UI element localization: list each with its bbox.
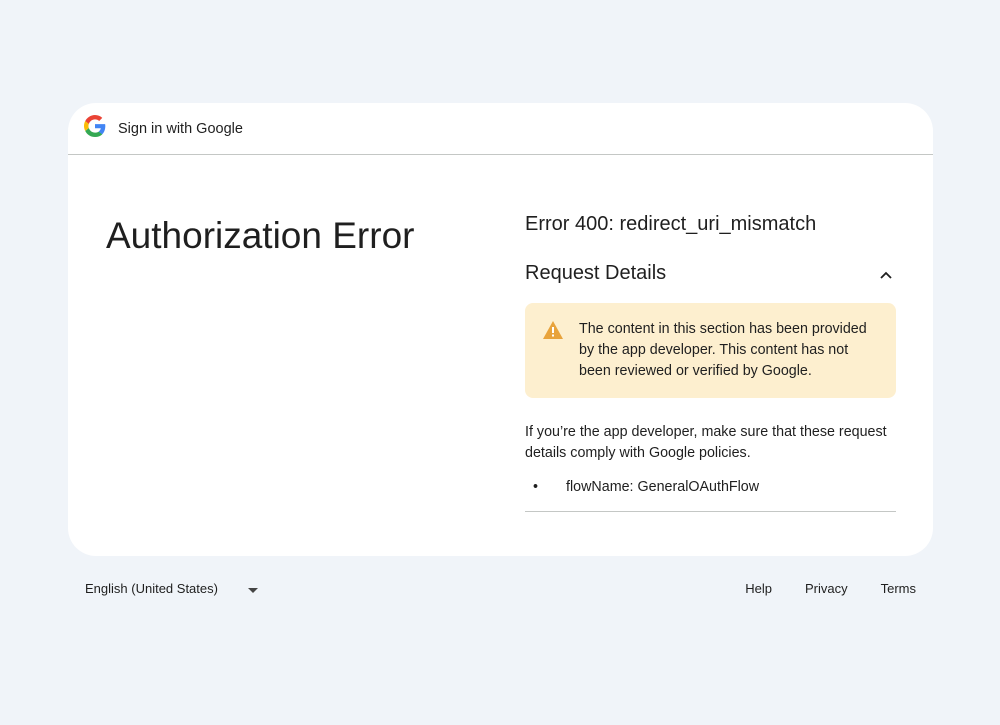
terms-link[interactable]: Terms [881,581,916,596]
language-label: English (United States) [85,581,218,596]
error-details: Error 400: redirect_uri_mismatch Request… [525,213,896,512]
auth-card: Sign in with Google Authorization Error … [68,103,933,556]
request-details-toggle[interactable]: Request Details [525,262,896,285]
list-item: • flowName: GeneralOAuthFlow [533,479,760,495]
help-link[interactable]: Help [745,581,772,596]
footer: English (United States) Help Privacy Ter… [85,581,916,596]
detail-text: flowName: GeneralOAuthFlow [566,479,760,495]
error-code: Error 400: redirect_uri_mismatch [525,213,817,235]
divider [525,511,896,512]
dropdown-arrow-icon [247,581,258,596]
chevron-up-icon[interactable] [876,266,896,282]
developer-content-warning: The content in this section has been pro… [525,303,896,398]
warning-icon [543,319,579,382]
google-g-icon [84,115,106,142]
details-list: • flowName: GeneralOAuthFlow [525,479,896,495]
language-select[interactable]: English (United States) [85,581,258,596]
warning-text: The content in this section has been pro… [579,321,867,379]
request-details-heading: Request Details [525,262,667,284]
developer-note: If you’re the app developer, make sure t… [525,424,887,461]
header-title: Sign in with Google [118,120,243,137]
card-header: Sign in with Google [68,103,933,155]
privacy-link[interactable]: Privacy [805,581,848,596]
page-title: Authorization Error [106,215,415,256]
